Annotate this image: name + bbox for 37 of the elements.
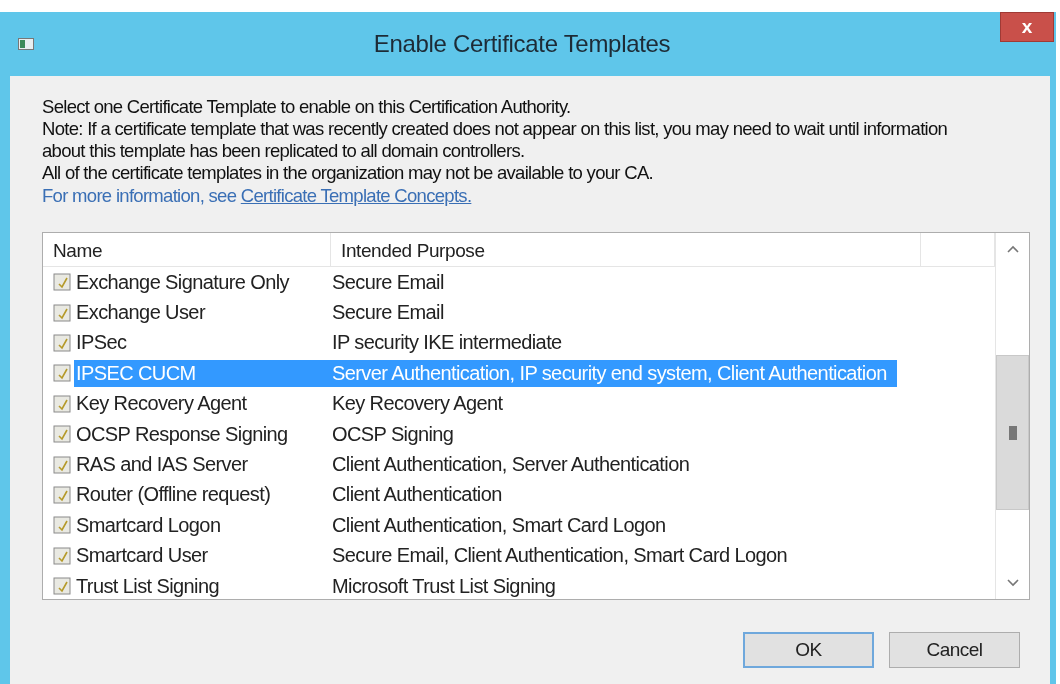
info-text: For more information, see — [42, 185, 237, 206]
list-row[interactable]: IPSec IP security IKE intermediate — [74, 329, 572, 357]
scroll-up-icon[interactable] — [1006, 245, 1019, 253]
window-icon — [18, 38, 34, 50]
list-row[interactable]: Router (Offline request) Client Authentication — [74, 481, 512, 509]
certificate-icon — [53, 425, 71, 444]
list-row[interactable]: OCSP Response Signing OCSP Signing — [74, 420, 464, 448]
instruction-text: Select one Certificate Template to enable on this Certification Authority. — [42, 96, 572, 118]
list-row[interactable]: RAS and IAS Server Client Authentication, Server Authentication — [74, 451, 700, 479]
list-row[interactable]: Exchange Signature Only Secure Email — [74, 268, 454, 296]
list-row[interactable]: Trust List Signing Microsoft Trust List Signing — [74, 572, 566, 599]
instruction-text: All of the certificate templates in the organization may not be available to your CA. — [42, 162, 654, 184]
close-button[interactable]: x — [1000, 12, 1054, 42]
instruction-text: Note: If a certificate template that was recently created does not appear on this list, you may need to wait until information about this template has been replicated to all domain controllers. — [42, 118, 949, 162]
concepts-link[interactable]: Certificate Template Concepts. — [240, 185, 472, 206]
certificate-icon — [53, 394, 71, 413]
column-header[interactable]: Name — [43, 233, 331, 266]
certificate-icon — [53, 577, 71, 596]
scrollbar[interactable] — [995, 233, 1029, 599]
cancel-button[interactable]: Cancel — [889, 632, 1020, 668]
scroll-down-icon[interactable] — [1006, 579, 1019, 587]
list-row[interactable]: Exchange User Secure Email — [74, 299, 454, 327]
certificate-icon — [53, 273, 71, 292]
list-row[interactable]: Key Recovery Agent Key Recovery Agent — [74, 390, 513, 418]
certificate-icon — [53, 485, 71, 504]
certificate-icon — [53, 303, 71, 322]
column-header[interactable]: Intended Purpose — [331, 233, 921, 266]
certificate-icon — [53, 455, 71, 474]
certificate-icon — [53, 364, 71, 383]
list-row[interactable]: Smartcard User Secure Email, Client Authentication, Smart Card Logon — [74, 542, 798, 570]
window-title: Enable Certificate Templates — [372, 30, 672, 58]
scroll-thumb[interactable] — [996, 355, 1029, 510]
certificate-icon — [53, 333, 71, 352]
certificate-icon — [53, 546, 71, 565]
list-row[interactable]: Smartcard Logon Client Authentication, Smart Card Logon — [74, 511, 676, 539]
certificate-icon — [53, 516, 71, 535]
ok-button[interactable]: OK — [743, 632, 874, 668]
